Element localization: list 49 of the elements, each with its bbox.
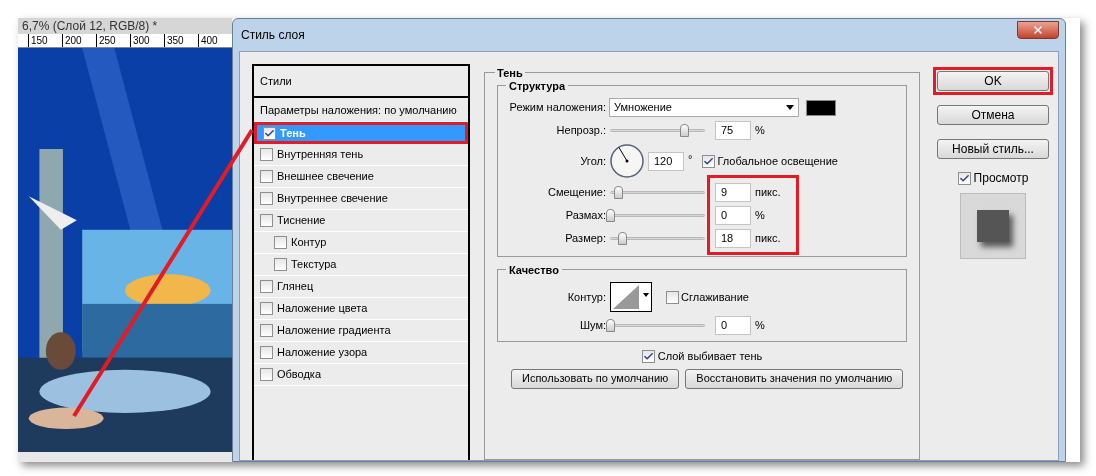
field-label: Угол: <box>579 153 606 169</box>
ruler-label: 200 <box>62 34 96 47</box>
style-item[interactable]: Наложение узора <box>254 342 468 364</box>
number-field[interactable]: 0 <box>715 316 751 335</box>
style-item[interactable]: Обводка <box>254 364 468 386</box>
styles-header: Стили <box>254 66 468 98</box>
document-title: 6,7% (Слой 12, RGB/8) * <box>21 18 159 34</box>
style-item[interactable]: Текстура <box>254 254 468 276</box>
style-item[interactable]: Внешнее свечение <box>254 166 468 188</box>
dialog-title: Стиль слоя <box>241 27 305 44</box>
field-label: Шум: <box>578 318 606 334</box>
number-field[interactable]: 0 <box>715 205 751 225</box>
unit-label: % <box>755 318 765 334</box>
field-label: Размер: <box>564 230 606 246</box>
checkbox-label: Сглаживание <box>681 289 749 305</box>
unit-label: % <box>755 122 765 138</box>
style-item[interactable]: Глянец <box>254 276 468 298</box>
number-field[interactable]: 9 <box>715 182 751 202</box>
unit-label: пикс. <box>755 230 781 246</box>
ruler-label: 250 <box>96 34 130 47</box>
ruler-label: 150 <box>28 34 62 47</box>
default-button[interactable]: Использовать по умолчанию <box>511 368 680 389</box>
checkbox-label: Глобальное освещение <box>717 153 838 169</box>
style-item[interactable]: Внутренняя тень <box>254 144 468 166</box>
checkbox-label: Слой выбивает тень <box>657 349 763 364</box>
field-label: Режим наложения: <box>508 100 606 116</box>
style-item[interactable]: Контур <box>254 232 468 254</box>
ruler-label: 300 <box>130 34 164 47</box>
number-field[interactable]: 75 <box>715 120 751 140</box>
style-item[interactable]: Внутреннее свечение <box>254 188 468 210</box>
field-label: Смещение: <box>546 184 606 200</box>
unit-label: ° <box>688 152 693 167</box>
dialog-button[interactable]: OK <box>937 71 1049 91</box>
dialog-button[interactable]: Отмена <box>937 105 1049 125</box>
number-field[interactable]: 18 <box>715 228 751 248</box>
style-item[interactable]: Наложение градиента <box>254 320 468 342</box>
field-label: Контур: <box>566 289 606 305</box>
style-item[interactable]: Наложение цвета <box>254 298 468 320</box>
style-item[interactable]: Тиснение <box>254 210 468 232</box>
unit-label: пикс. <box>755 184 781 200</box>
ruler-label: 350 <box>164 34 198 47</box>
field-label: Непрозр.: <box>555 122 606 138</box>
default-button[interactable]: Восстановить значения по умолчанию <box>685 368 904 389</box>
dialog-button[interactable]: Новый стиль... <box>937 139 1049 159</box>
unit-label: % <box>755 207 765 223</box>
blend-mode-dropdown[interactable]: Умножение <box>609 98 799 117</box>
number-field[interactable]: 120 <box>648 151 684 171</box>
field-label: Размах: <box>564 207 606 223</box>
checkbox-label: Просмотр <box>973 170 1029 187</box>
